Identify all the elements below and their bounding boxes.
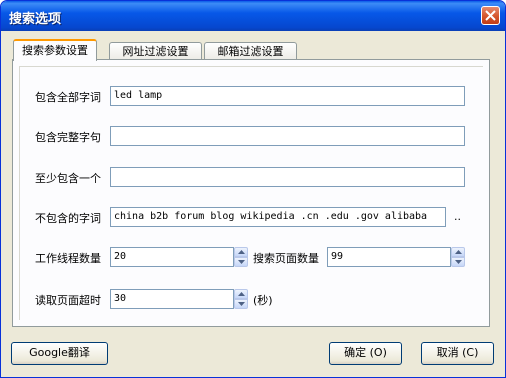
google-translate-button[interactable]: Google翻译 xyxy=(11,342,108,365)
search-pages-spinner[interactable] xyxy=(451,247,465,267)
arrow-down-icon xyxy=(238,260,245,264)
cancel-button[interactable]: 取消 (C) xyxy=(421,342,494,365)
close-button[interactable] xyxy=(481,6,500,25)
thread-count-input[interactable]: 20 xyxy=(110,247,234,267)
spin-down-button[interactable] xyxy=(234,257,248,267)
arrow-up-icon xyxy=(455,250,462,254)
seconds-unit-label: (秒) xyxy=(253,294,273,307)
window-title: 搜索选项 xyxy=(9,12,62,27)
thread-count-label: 工作线程数量 xyxy=(35,252,101,265)
spin-up-button[interactable] xyxy=(234,289,248,299)
search-pages-label: 搜索页面数量 xyxy=(253,252,319,265)
tab-email-filter[interactable]: 邮箱过滤设置 xyxy=(204,42,297,60)
spin-up-button[interactable] xyxy=(451,247,465,257)
exclude-more-button[interactable]: .. xyxy=(454,210,461,223)
close-icon xyxy=(485,10,496,21)
arrow-up-icon xyxy=(238,292,245,296)
spin-up-button[interactable] xyxy=(234,247,248,257)
read-timeout-label: 读取页面超时 xyxy=(35,294,101,307)
exclude-words-input[interactable]: china b2b forum blog wikipedia .cn .edu … xyxy=(110,207,446,227)
ok-button[interactable]: 确定 (O) xyxy=(329,342,402,365)
tab-search-params[interactable]: 搜索参数设置 xyxy=(13,39,97,61)
all-words-input[interactable]: led lamp xyxy=(110,86,465,106)
all-words-label: 包含全部字词 xyxy=(35,91,101,104)
arrow-up-icon xyxy=(238,250,245,254)
read-timeout-input[interactable]: 30 xyxy=(110,289,234,309)
arrow-down-icon xyxy=(455,260,462,264)
search-options-dialog: 搜索选项 搜索参数设置 网址过滤设置 邮箱过滤设置 包含全部字词 led lam… xyxy=(0,0,506,378)
tab-url-filter[interactable]: 网址过滤设置 xyxy=(109,42,202,60)
any-word-label: 至少包含一个 xyxy=(35,172,101,185)
any-word-input[interactable] xyxy=(110,167,465,187)
read-timeout-spinner[interactable] xyxy=(234,289,248,309)
spin-down-button[interactable] xyxy=(451,257,465,267)
arrow-down-icon xyxy=(238,302,245,306)
exact-phrase-label: 包含完整字句 xyxy=(35,131,101,144)
search-pages-input[interactable]: 99 xyxy=(327,247,451,267)
exclude-words-label: 不包含的字词 xyxy=(35,212,101,225)
thread-count-spinner[interactable] xyxy=(234,247,248,267)
exact-phrase-input[interactable] xyxy=(110,126,465,146)
title-bar[interactable]: 搜索选项 xyxy=(1,1,505,31)
spin-down-button[interactable] xyxy=(234,299,248,309)
